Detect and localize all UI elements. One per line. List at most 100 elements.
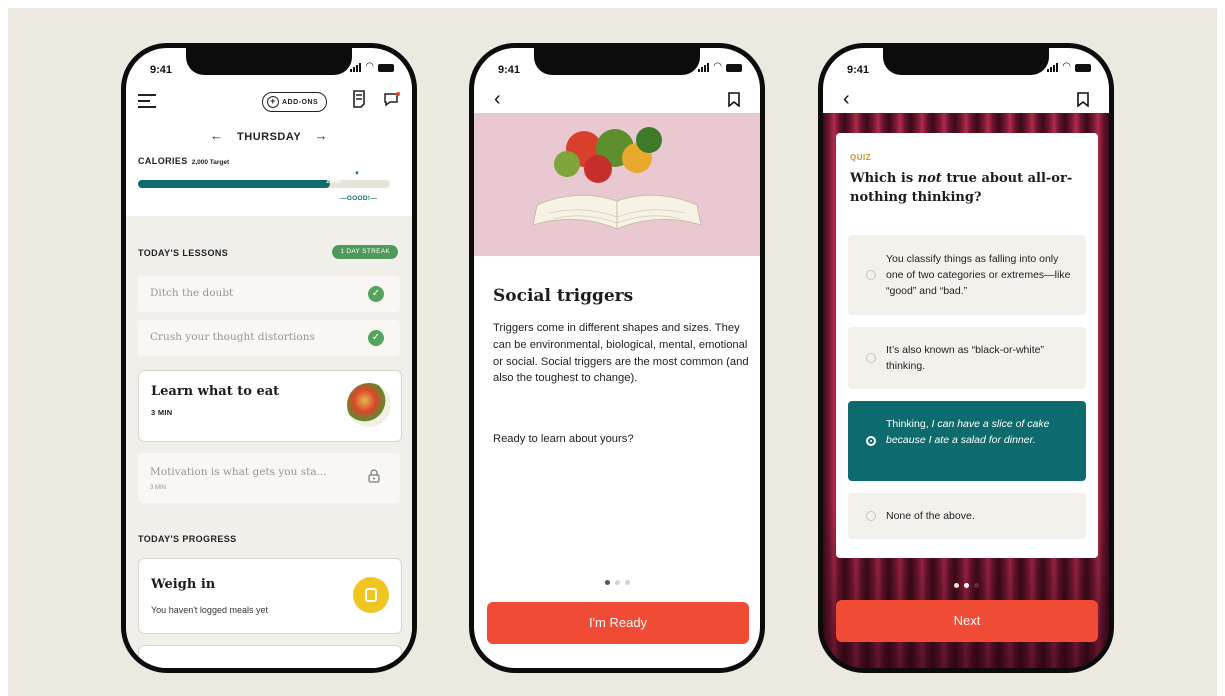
page-indicator — [605, 580, 630, 585]
menu-icon[interactable] — [138, 94, 156, 108]
calories-status-label: GOOD! — [346, 195, 371, 202]
status-icons: ◠ — [350, 62, 394, 72]
check-icon: ✓ — [368, 286, 384, 302]
question-part: Which is — [850, 171, 918, 186]
weigh-in-card[interactable]: Weigh in You haven't logged meals yet — [138, 558, 402, 634]
battery-icon — [378, 64, 394, 72]
back-icon[interactable]: ‹ — [843, 88, 850, 111]
prev-day-arrow-icon[interactable]: ← — [210, 128, 224, 143]
check-icon: ✓ — [368, 330, 384, 346]
calories-bar — [138, 180, 390, 188]
lesson-card-current[interactable]: Learn what to eat 3 MIN — [138, 370, 402, 442]
add-ons-button[interactable]: + ADD-ONS — [262, 92, 328, 112]
battery-icon — [726, 64, 742, 72]
radio-icon — [866, 353, 876, 363]
lesson-title: Social triggers — [493, 286, 634, 306]
app-header: + ADD-ONS — [126, 86, 412, 126]
calories-label: CALORIES — [138, 156, 188, 166]
next-button[interactable]: Next — [836, 600, 1098, 642]
lesson-body: Triggers come in different shapes and si… — [493, 322, 749, 385]
notch — [883, 48, 1049, 75]
day-selector: ← THURSDAY → — [126, 128, 412, 143]
quiz-option[interactable]: You classify things as falling into only… — [848, 235, 1086, 315]
scale-icon[interactable] — [353, 577, 389, 613]
page-dot — [954, 583, 959, 588]
log-list-icon[interactable] — [351, 90, 367, 108]
hero-image — [474, 113, 760, 256]
lessons-title: TODAY'S LESSONS — [138, 248, 229, 258]
phone-diet-dashboard: 9:41 ◠ + ADD-ONS ← THURSDAY → CALORIES 2… — [121, 43, 417, 673]
lock-icon — [368, 469, 380, 483]
option-text: It’s also known as “black-or-white” thin… — [886, 344, 1044, 372]
streak-badge: 1 DAY STREAK — [332, 245, 398, 259]
signal-icon — [698, 63, 710, 72]
lesson-item[interactable]: Ditch the doubt ✓ — [138, 276, 400, 312]
wifi-icon: ◠ — [365, 61, 374, 72]
wifi-icon: ◠ — [713, 61, 722, 72]
lesson-title: Crush your thought distortions — [150, 331, 315, 343]
lesson-question: Ready to learn about yours? — [493, 433, 634, 445]
progress-title: TODAY'S PROGRESS — [138, 534, 237, 544]
option-prefix: Thinking, — [886, 418, 932, 430]
quiz-tag: QUIZ — [850, 153, 872, 162]
quiz-question: Which is not true about all-or-nothing t… — [850, 169, 1080, 207]
lesson-item-locked[interactable]: Motivation is what gets you sta... 3 MIN — [138, 453, 400, 503]
calories-bar-fill — [138, 180, 330, 188]
lesson-duration: 3 MIN — [151, 408, 173, 417]
day-label: THURSDAY — [237, 131, 301, 143]
status-time: 9:41 — [498, 64, 521, 76]
page-indicator — [954, 583, 979, 588]
lesson-title: Learn what to eat — [151, 384, 280, 399]
lesson-item[interactable]: Crush your thought distortions ✓ — [138, 320, 400, 356]
quiz-option[interactable]: It’s also known as “black-or-white” thin… — [848, 327, 1086, 389]
phone-lesson: 9:41 ◠ ‹ Social triggers Triggers come i… — [469, 43, 765, 673]
quiz-card: QUIZ Which is not true about all-or-noth… — [836, 133, 1098, 558]
option-text: None of the above. — [886, 510, 975, 522]
option-text: Thinking, I can have a slice of cake bec… — [886, 416, 1078, 448]
question-emphasis: not — [917, 171, 942, 186]
vegetable-illustration — [636, 127, 662, 153]
weigh-in-subtitle: You haven't logged meals yet — [151, 605, 268, 615]
screen: 9:41 ◠ ‹ Social triggers Triggers come i… — [474, 48, 760, 668]
lesson-title: Ditch the doubt — [150, 287, 234, 299]
notch — [186, 48, 352, 75]
status-icons: ◠ — [1047, 62, 1091, 72]
calories-header: CALORIES 2,000 Target — [138, 156, 229, 166]
canvas: 9:41 ◠ + ADD-ONS ← THURSDAY → CALORIES 2… — [0, 0, 1225, 696]
calories-value: 1,850 — [326, 179, 342, 185]
option-text: You classify things as falling into only… — [886, 253, 1071, 297]
vegetable-illustration — [584, 155, 612, 183]
lesson-duration: 3 MIN — [150, 485, 167, 491]
chat-icon[interactable] — [384, 92, 400, 107]
battery-icon — [1075, 64, 1091, 72]
wifi-icon: ◠ — [1062, 61, 1071, 72]
add-ons-label: ADD-ONS — [282, 98, 319, 106]
radio-icon — [866, 511, 876, 521]
quiz-option-selected[interactable]: Thinking, I can have a slice of cake bec… — [848, 401, 1086, 481]
page-dot — [964, 583, 969, 588]
status-icons: ◠ — [698, 62, 742, 72]
page-dot — [974, 583, 979, 588]
food-thumbnail — [347, 383, 391, 427]
open-book-illustration — [532, 194, 702, 230]
ready-button[interactable]: I'm Ready — [487, 602, 749, 644]
lesson-title: Motivation is what gets you sta... — [150, 466, 327, 478]
bookmark-icon[interactable] — [728, 92, 740, 107]
status-time: 9:41 — [847, 64, 870, 76]
screen: 9:41 ◠ + ADD-ONS ← THURSDAY → CALORIES 2… — [126, 48, 412, 668]
next-card[interactable] — [138, 645, 402, 668]
page-dot — [625, 580, 630, 585]
page-dot — [605, 580, 610, 585]
target-marker-icon: ▼ — [354, 171, 360, 177]
vegetable-illustration — [554, 151, 580, 177]
phone-quiz: 9:41 ◠ ‹ QUIZ Which is not true about al… — [818, 43, 1114, 673]
bookmark-icon[interactable] — [1077, 92, 1089, 107]
radio-selected-icon — [866, 436, 876, 446]
quiz-option[interactable]: None of the above. — [848, 493, 1086, 539]
plus-icon: + — [267, 96, 279, 108]
back-icon[interactable]: ‹ — [494, 88, 501, 111]
signal-icon — [350, 63, 362, 72]
calories-target: 2,000 Target — [191, 159, 230, 166]
radio-icon — [866, 270, 876, 280]
next-day-arrow-icon[interactable]: → — [315, 128, 329, 143]
